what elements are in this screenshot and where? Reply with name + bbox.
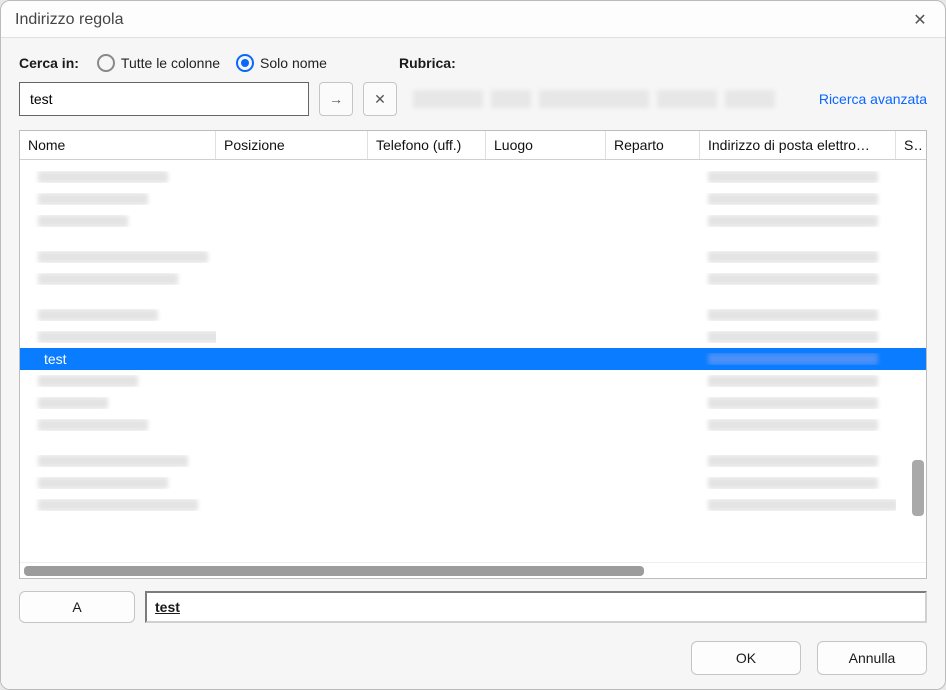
search-scope-radio-group: Tutte le colonne Solo nome xyxy=(97,54,327,72)
close-button[interactable]: ✕ xyxy=(907,7,933,33)
col-header-nome[interactable]: Nome xyxy=(20,131,216,159)
recipient-row: A test xyxy=(19,591,927,623)
table-header: Nome Posizione Telefono (uff.) Luogo Rep… xyxy=(20,131,926,160)
table-row[interactable] xyxy=(20,392,926,414)
col-header-posizione[interactable]: Posizione xyxy=(216,131,368,159)
recipient-chip[interactable]: test xyxy=(155,599,180,615)
title-bar: Indirizzo regola ✕ xyxy=(1,1,945,38)
radio-name-only-label: Solo nome xyxy=(260,55,327,71)
to-button[interactable]: A xyxy=(19,591,135,623)
table-row[interactable] xyxy=(20,268,926,290)
address-book-selector[interactable] xyxy=(413,84,801,114)
table-row[interactable] xyxy=(20,472,926,494)
table-row[interactable] xyxy=(20,188,926,210)
address-book-label: Rubrica: xyxy=(399,55,456,71)
search-input[interactable] xyxy=(19,82,309,116)
table-row[interactable] xyxy=(20,326,926,348)
recipient-field[interactable]: test xyxy=(145,591,927,623)
vertical-scrollbar[interactable] xyxy=(912,460,924,516)
col-header-societa[interactable]: So xyxy=(896,131,922,159)
horizontal-scrollbar[interactable] xyxy=(24,566,644,576)
col-header-reparto[interactable]: Reparto xyxy=(606,131,700,159)
radio-all-columns[interactable]: Tutte le colonne xyxy=(97,54,220,72)
cancel-button[interactable]: Annulla xyxy=(817,641,927,675)
table-row[interactable] xyxy=(20,414,926,436)
dialog-body: Cerca in: Tutte le colonne Solo nome Rub… xyxy=(1,38,945,689)
search-clear-button[interactable]: ✕ xyxy=(363,82,397,116)
table-row[interactable] xyxy=(20,370,926,392)
results-table: Nome Posizione Telefono (uff.) Luogo Rep… xyxy=(19,130,927,579)
search-input-row: → ✕ Ricerca avanzata xyxy=(19,82,927,116)
table-row[interactable] xyxy=(20,450,926,472)
table-row[interactable] xyxy=(20,494,926,516)
close-icon: ✕ xyxy=(913,10,926,30)
radio-name-only[interactable]: Solo nome xyxy=(236,54,327,72)
radio-all-columns-label: Tutte le colonne xyxy=(121,55,220,71)
clear-icon: ✕ xyxy=(374,91,386,108)
horizontal-scrollbar-track[interactable] xyxy=(20,562,926,578)
advanced-search-link[interactable]: Ricerca avanzata xyxy=(819,91,927,107)
radio-icon xyxy=(236,54,254,72)
table-row[interactable] xyxy=(20,246,926,268)
table-row[interactable] xyxy=(20,210,926,232)
col-header-luogo[interactable]: Luogo xyxy=(486,131,606,159)
search-in-label: Cerca in: xyxy=(19,55,79,71)
search-scope-row: Cerca in: Tutte le colonne Solo nome Rub… xyxy=(19,54,927,72)
table-row-selected[interactable]: test xyxy=(20,348,926,370)
dialog-footer: OK Annulla xyxy=(19,641,927,675)
table-row[interactable] xyxy=(20,166,926,188)
radio-icon xyxy=(97,54,115,72)
arrow-right-icon: → xyxy=(329,91,343,107)
table-row[interactable] xyxy=(20,304,926,326)
to-label: A xyxy=(72,599,81,615)
dialog-address-rule: Indirizzo regola ✕ Cerca in: Tutte le co… xyxy=(0,0,946,690)
dialog-title: Indirizzo regola xyxy=(15,11,124,29)
col-header-mail[interactable]: Indirizzo di posta elettro… xyxy=(700,131,896,159)
table-body[interactable]: test xyxy=(20,160,926,562)
col-header-telefono[interactable]: Telefono (uff.) xyxy=(368,131,486,159)
search-go-button[interactable]: → xyxy=(319,82,353,116)
ok-button[interactable]: OK xyxy=(691,641,801,675)
selected-row-nome: test xyxy=(20,351,216,367)
